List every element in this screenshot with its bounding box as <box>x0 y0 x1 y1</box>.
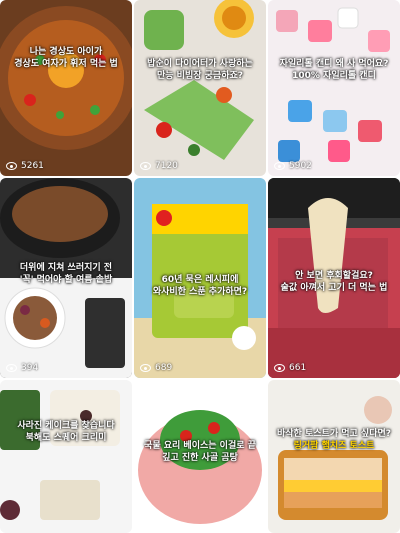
caption-line: 술값 아껴서 고기 더 먹는 법 <box>280 283 388 293</box>
tile-8-caption: 국물 요리 베이스는 이걸로 끝 깊고 진한 사골 곰탕 <box>134 440 266 464</box>
view-count-value: 661 <box>289 363 307 373</box>
eye-icon <box>140 162 151 170</box>
tile-3-caption: 자일리톨 캔디 왜 사 먹어요? 100% 자일리톨 캔디 <box>268 58 400 82</box>
eye-icon <box>274 364 285 372</box>
caption-line: '꼭' 먹어야 할 여름 솥밥 <box>19 275 113 285</box>
view-count-value: 394 <box>21 363 39 373</box>
reel-tile-7[interactable]: 사라진 케이크를 찾습니다 북해도 스퀘어 크리미 <box>0 380 132 533</box>
tile-7-caption: 사라진 케이크를 찾습니다 북해도 스퀘어 크리미 <box>0 420 132 444</box>
reel-tile-6[interactable]: 안 보면 후회할걸요? 술값 아껴서 고기 더 먹는 법 661 <box>268 178 400 378</box>
caption-line: 북해도 스퀘어 크리미 <box>25 433 107 443</box>
tile-4-caption: 더위에 지쳐 쓰러지기 전 '꼭' 먹어야 할 여름 솥밥 <box>0 262 132 286</box>
caption-line: 사라진 케이크를 찾습니다 <box>17 421 115 431</box>
view-count: 394 <box>6 363 38 373</box>
tile-3-image <box>268 0 400 176</box>
caption-line: 국물 요리 베이스는 이걸로 끝 <box>144 441 256 451</box>
caption-line: 60년 묵은 레시피에 <box>161 275 239 285</box>
caption-line: 나는 경상도 아이가 <box>29 47 103 57</box>
reel-tile-1[interactable]: 나는 경상도 아이가 경상도 여자가 휘저 먹는 법 5261 <box>0 0 132 176</box>
tile-9-image <box>268 380 400 533</box>
reel-tile-2[interactable]: 밥순이 다이어터가 사랑하는 만능 비빔장 궁금하죠? 7120 <box>134 0 266 176</box>
reels-grid: 나는 경상도 아이가 경상도 여자가 휘저 먹는 법 5261 밥순이 다이어터… <box>0 0 400 533</box>
caption-line: 링거팜 햄치즈 토스트 <box>293 441 375 451</box>
view-count: 5261 <box>6 161 44 171</box>
tile-1-image <box>0 0 132 176</box>
reel-tile-4[interactable]: 더위에 지쳐 쓰러지기 전 '꼭' 먹어야 할 여름 솥밥 394 <box>0 178 132 378</box>
caption-line: 밥순이 다이어터가 사랑하는 <box>147 59 253 69</box>
reel-tile-5[interactable]: 60년 묵은 레시피에 와사비한 스푼 추가하면? 689 <box>134 178 266 378</box>
view-count-value: 5261 <box>21 161 44 171</box>
tile-9-caption: 바삭한 토스트가 먹고 싶다면? 링거팜 햄치즈 토스트 <box>268 428 400 452</box>
tile-1-caption: 나는 경상도 아이가 경상도 여자가 휘저 먹는 법 <box>0 46 132 70</box>
eye-icon <box>140 364 151 372</box>
eye-icon <box>274 162 285 170</box>
eye-icon <box>6 364 17 372</box>
view-count-value: 7120 <box>155 161 178 171</box>
eye-icon <box>6 162 17 170</box>
caption-line: 깊고 진한 사골 곰탕 <box>162 453 238 463</box>
caption-line: 100% 자일리톨 캔디 <box>292 71 376 81</box>
tile-6-caption: 안 보면 후회할걸요? 술값 아껴서 고기 더 먹는 법 <box>268 270 400 294</box>
tile-2-caption: 밥순이 다이어터가 사랑하는 만능 비빔장 궁금하죠? <box>134 58 266 82</box>
tile-7-image <box>0 380 132 533</box>
view-count: 689 <box>140 363 172 373</box>
tile-2-image <box>134 0 266 176</box>
caption-line: 자일리톨 캔디 왜 사 먹어요? <box>279 59 389 69</box>
caption-line: 경상도 여자가 휘저 먹는 법 <box>14 59 118 69</box>
reel-tile-8[interactable]: 국물 요리 베이스는 이걸로 끝 깊고 진한 사골 곰탕 <box>134 380 266 533</box>
tile-5-caption: 60년 묵은 레시피에 와사비한 스푼 추가하면? <box>134 274 266 298</box>
view-count-value: 5902 <box>289 161 312 171</box>
caption-line: 바삭한 토스트가 먹고 싶다면? <box>277 429 391 439</box>
reel-tile-3[interactable]: 자일리톨 캔디 왜 사 먹어요? 100% 자일리톨 캔디 5902 <box>268 0 400 176</box>
view-count: 5902 <box>274 161 312 171</box>
view-count: 7120 <box>140 161 178 171</box>
view-count: 661 <box>274 363 306 373</box>
caption-line: 만능 비빔장 궁금하죠? <box>156 71 243 81</box>
caption-line: 안 보면 후회할걸요? <box>295 271 373 281</box>
reel-tile-9[interactable]: 바삭한 토스트가 먹고 싶다면? 링거팜 햄치즈 토스트 <box>268 380 400 533</box>
caption-line: 더위에 지쳐 쓰러지기 전 <box>19 263 113 273</box>
view-count-value: 689 <box>155 363 173 373</box>
caption-line: 와사비한 스푼 추가하면? <box>152 287 248 297</box>
